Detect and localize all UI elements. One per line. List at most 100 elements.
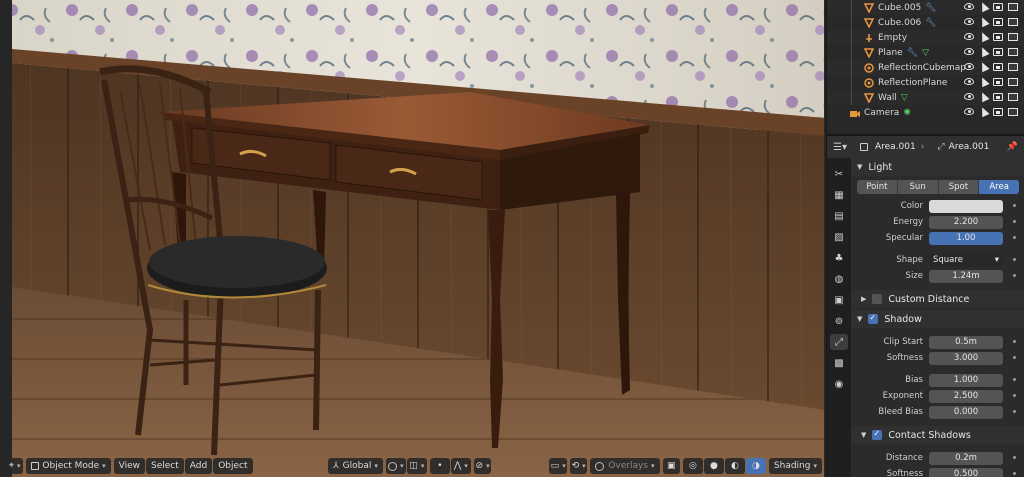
light-data-tab[interactable]: ⤢ <box>830 334 848 350</box>
selectable-arrow-icon[interactable] <box>978 75 990 88</box>
world-tab[interactable]: ◍ <box>830 271 848 287</box>
snap-target-button[interactable]: ◫ <box>406 458 427 474</box>
eye-icon[interactable] <box>964 78 974 85</box>
menu-select[interactable]: Select <box>145 458 184 474</box>
3d-viewport[interactable]: ⌖ Object Mode View Select Add Object ⅄Gl… <box>0 0 826 477</box>
menu-view[interactable]: View <box>113 458 145 474</box>
output-tab[interactable]: ▤ <box>830 208 848 224</box>
show-gizmo-button[interactable]: ⟲ <box>569 458 588 474</box>
specular-slider[interactable]: 1.00 <box>929 231 1003 245</box>
keyframe-dot[interactable] <box>1013 274 1016 277</box>
light-type-sun[interactable]: Sun <box>897 180 939 194</box>
keyframe-dot[interactable] <box>1013 394 1016 397</box>
contact-shadows-header[interactable]: ▼ Contact Shadows <box>851 426 1024 444</box>
properties-editor[interactable]: ☰▾ Area.001 › ⤢ Area.001 📌 ✂ ▦ ▤ ▨ ♣ ◍ ▣… <box>826 134 1024 477</box>
outliner-item-name[interactable]: Cube.005 <box>878 3 921 13</box>
physics-tab[interactable]: ◉ <box>830 376 848 392</box>
eye-icon[interactable] <box>964 93 974 100</box>
outliner-item-name[interactable]: Camera <box>864 108 899 118</box>
color-swatch[interactable] <box>929 199 1003 213</box>
render-camera-icon[interactable] <box>1008 48 1018 56</box>
shape-dropdown[interactable]: Square ▾ <box>929 253 1003 267</box>
render-tab[interactable]: ▦ <box>830 187 848 203</box>
mode-dropdown[interactable]: Object Mode <box>26 458 111 474</box>
object-tab[interactable]: ▣ <box>830 292 848 308</box>
render-camera-icon[interactable] <box>1008 93 1018 101</box>
selectable-arrow-icon[interactable] <box>978 30 990 43</box>
mesh-data-icon[interactable]: ▽ <box>901 93 908 103</box>
viewport-display-icon[interactable] <box>993 93 1003 101</box>
outliner-item-name[interactable]: Cube.006 <box>878 18 921 28</box>
softness-field[interactable]: 3.000 <box>929 351 1003 365</box>
light-type-area[interactable]: Area <box>979 180 1019 194</box>
tool-tab[interactable]: ✂ <box>830 166 848 182</box>
selectable-arrow-icon[interactable] <box>978 0 990 13</box>
render-camera-icon[interactable] <box>1008 33 1018 41</box>
transform-orientation-dropdown[interactable]: ⅄ Global <box>328 458 383 474</box>
xray-toggle[interactable]: ▣ <box>662 458 680 474</box>
gizmo-button[interactable]: ⊘ <box>473 458 492 474</box>
keyframe-dot[interactable] <box>1013 258 1016 261</box>
eye-icon[interactable] <box>964 18 974 25</box>
eye-icon[interactable] <box>964 33 974 40</box>
editor-type-button[interactable]: ⌖ <box>6 458 24 474</box>
shading-dropdown[interactable]: Shading <box>768 458 822 474</box>
light-panel-header[interactable]: ▼ Light <box>851 158 1024 176</box>
outliner-row[interactable]: Cube.005 🔧︎ <box>827 0 1024 15</box>
outliner-item-name[interactable]: Plane <box>878 48 903 58</box>
shading-solid[interactable]: ● <box>703 458 724 474</box>
modifier-wrench-icon[interactable]: 🔧︎ <box>925 3 936 13</box>
keyframe-dot[interactable] <box>1013 456 1016 459</box>
viewport-display-icon[interactable] <box>993 48 1003 56</box>
contact-softness-field[interactable]: 0.500 <box>929 467 1003 477</box>
shading-wireframe[interactable]: ◎ <box>682 458 703 474</box>
viewport-display-icon[interactable] <box>993 18 1003 26</box>
outliner-row[interactable]: Wall ▽ <box>827 90 1024 105</box>
light-data-pin[interactable]: ⤢ Area.001 <box>937 142 989 152</box>
keyframe-dot[interactable] <box>1013 378 1016 381</box>
keyframe-dot[interactable] <box>1013 204 1016 207</box>
editor-type-icon[interactable]: ☰▾ <box>833 142 847 153</box>
exponent-field[interactable]: 2.500 <box>929 389 1003 403</box>
render-camera-icon[interactable] <box>1008 18 1018 26</box>
outliner-row[interactable]: Cube.006 🔧︎ <box>827 15 1024 30</box>
viewport-display-icon[interactable] <box>993 78 1003 86</box>
scene-tab[interactable]: ♣ <box>830 250 848 266</box>
pivot-point-button[interactable] <box>385 458 406 474</box>
eye-icon[interactable] <box>964 63 974 70</box>
outliner-item-name[interactable]: Wall <box>878 93 897 103</box>
render-camera-icon[interactable] <box>1008 63 1018 71</box>
outliner-item-name[interactable]: Empty <box>878 33 907 43</box>
outliner-row[interactable]: ReflectionPlane <box>827 75 1024 90</box>
outliner-row[interactable]: Camera ✺ <box>827 105 1024 120</box>
light-type-spot[interactable]: Spot <box>938 180 980 194</box>
clip-start-field[interactable]: 0.5m <box>929 335 1003 349</box>
shadow-checkbox[interactable] <box>868 313 879 324</box>
proportional-editing-button[interactable]: ⋀ <box>450 458 471 474</box>
view-layer-tab[interactable]: ▨ <box>830 229 848 245</box>
shadow-panel-header[interactable]: ▼ Shadow <box>851 310 1024 328</box>
keyframe-dot[interactable] <box>1013 236 1016 239</box>
outliner-row[interactable]: ReflectionCubemap <box>827 60 1024 75</box>
snap-toggle-button[interactable]: • <box>429 458 450 474</box>
selectable-arrow-icon[interactable] <box>978 105 990 118</box>
keyframe-dot[interactable] <box>1013 356 1016 359</box>
shading-rendered[interactable]: ◑ <box>745 458 766 474</box>
viewport-display-icon[interactable] <box>993 33 1003 41</box>
keyframe-dot[interactable] <box>1013 410 1016 413</box>
viewport-display-icon[interactable] <box>993 63 1003 71</box>
bleed-bias-field[interactable]: 0.000 <box>929 405 1003 419</box>
size-field[interactable]: 1.24m <box>929 269 1003 283</box>
light-type-point[interactable]: Point <box>857 180 898 194</box>
menu-add[interactable]: Add <box>184 458 213 474</box>
texture-tab[interactable]: ▩ <box>830 355 848 371</box>
modifier-wrench-icon[interactable]: 🔧︎ <box>907 48 918 58</box>
render-camera-icon[interactable] <box>1008 3 1018 11</box>
outliner[interactable]: Cube.005 🔧︎ Cube.006 🔧︎ Empty Plane 🔧︎ ▽ Reflect… <box>826 0 1024 134</box>
menu-object[interactable]: Object <box>213 458 253 474</box>
outliner-item-name[interactable]: ReflectionPlane <box>878 78 947 88</box>
view-object-types-button[interactable]: ▭ <box>549 458 567 474</box>
bias-field[interactable]: 1.000 <box>929 373 1003 387</box>
overlays-dropdown[interactable]: Overlays <box>590 458 660 474</box>
selectable-arrow-icon[interactable] <box>978 15 990 28</box>
